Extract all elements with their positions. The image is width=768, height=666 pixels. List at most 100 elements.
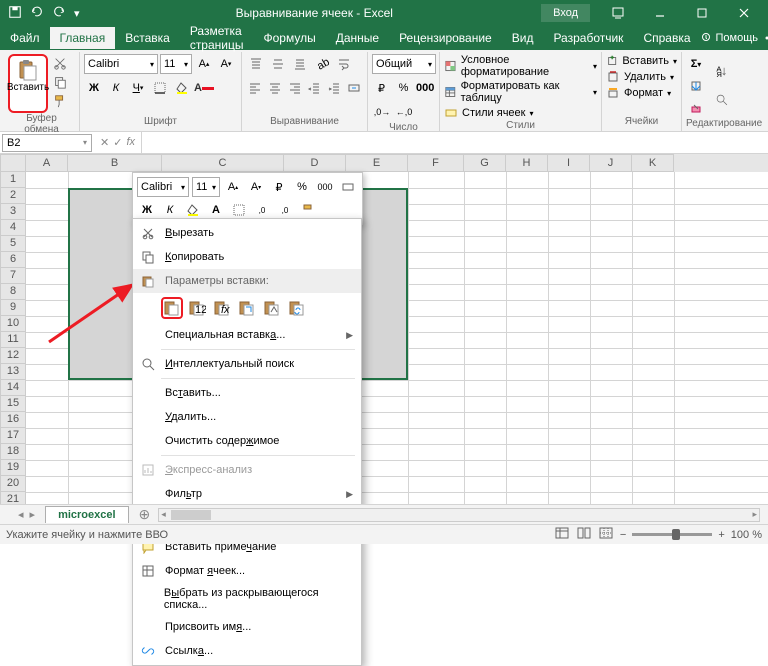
name-box[interactable]: B2▾ <box>2 134 92 152</box>
shrink-font-icon[interactable]: A▾ <box>216 54 236 74</box>
col-header[interactable]: J <box>590 154 632 172</box>
paste-transpose-icon[interactable] <box>236 297 258 319</box>
tab-help[interactable]: Справка <box>633 27 700 49</box>
font-color-icon[interactable]: A <box>194 78 214 98</box>
ctx-link[interactable]: Ссылка... <box>133 639 361 663</box>
tab-insert[interactable]: Вставка <box>115 27 180 49</box>
row-header[interactable]: 3 <box>0 204 26 220</box>
row-header[interactable]: 6 <box>0 252 26 268</box>
tab-layout[interactable]: Разметка страницы <box>180 20 254 56</box>
undo-icon[interactable] <box>30 5 44 22</box>
align-left-icon[interactable] <box>246 78 264 98</box>
fill-color-icon[interactable] <box>172 78 192 98</box>
inc-decimal-icon[interactable]: ,0→ <box>372 102 392 122</box>
percent-icon[interactable]: % <box>394 78 414 98</box>
mini-currency-icon[interactable]: ₽ <box>269 177 289 197</box>
row-header[interactable]: 7 <box>0 268 26 284</box>
autosum-icon[interactable]: Σ▾ <box>686 54 706 74</box>
paste-formatting-icon[interactable] <box>261 297 283 319</box>
mini-italic-icon[interactable]: К <box>160 200 180 220</box>
mini-painter-icon[interactable] <box>298 200 318 220</box>
formula-input[interactable] <box>141 132 768 153</box>
format-painter-icon[interactable] <box>53 94 67 111</box>
sheet-tab[interactable]: microexcel <box>45 506 128 523</box>
underline-icon[interactable]: Ч▾ <box>128 78 148 98</box>
row-header[interactable]: 16 <box>0 412 26 428</box>
clear-icon[interactable] <box>686 98 706 118</box>
tab-developer[interactable]: Разработчик <box>543 27 633 49</box>
paste-formulas-icon[interactable]: fx <box>211 297 233 319</box>
mini-font-color-icon[interactable]: A <box>206 200 226 220</box>
ctx-name[interactable]: Присвоить имя... <box>133 615 361 639</box>
zoom-in-icon[interactable]: + <box>718 529 724 541</box>
mini-fill-icon[interactable] <box>183 200 203 220</box>
mini-size-select[interactable]: 11▾ <box>192 177 220 197</box>
col-header[interactable]: A <box>26 154 68 172</box>
grow-font-icon[interactable]: A▴ <box>194 54 214 74</box>
wrap-text-icon[interactable] <box>334 54 354 74</box>
ctx-insert[interactable]: Вставить... <box>133 381 361 405</box>
mini-bold-icon[interactable]: Ж <box>137 200 157 220</box>
font-name-select[interactable]: Calibri▾ <box>84 54 158 74</box>
save-icon[interactable] <box>8 5 22 22</box>
mini-percent-icon[interactable]: % <box>292 177 312 197</box>
paste-button[interactable]: Вставить <box>8 54 48 113</box>
view-layout-icon[interactable] <box>576 526 592 543</box>
row-header[interactable]: 20 <box>0 476 26 492</box>
paste-values-icon[interactable]: 123 <box>186 297 208 319</box>
sheet-nav-prev-icon[interactable]: ◂ <box>18 508 24 521</box>
ctx-smart-lookup[interactable]: Интеллектуальный поиск <box>133 352 361 376</box>
mini-font-select[interactable]: Calibri▾ <box>137 177 189 197</box>
copy-icon[interactable] <box>53 75 67 92</box>
ctx-clear[interactable]: Очистить содержимое <box>133 429 361 453</box>
ctx-cut[interactable]: Вырезать <box>133 221 361 245</box>
italic-icon[interactable]: К <box>106 78 126 98</box>
zoom-slider[interactable] <box>632 533 712 536</box>
zoom-out-icon[interactable]: − <box>620 529 626 541</box>
mini-dec-dec-icon[interactable]: ,0 <box>275 200 295 220</box>
mini-inc-dec-icon[interactable]: ,0 <box>252 200 272 220</box>
maximize-icon[interactable] <box>682 0 722 26</box>
cells-delete-button[interactable]: Удалить▾ <box>606 70 677 84</box>
merge-icon[interactable] <box>345 78 363 98</box>
spreadsheet-grid[interactable]: ABCDEFGHIJK 1234567891011121314151617181… <box>0 154 768 504</box>
row-header[interactable]: 17 <box>0 428 26 444</box>
row-header[interactable]: 12 <box>0 348 26 364</box>
ctx-paste-special[interactable]: Специальная вставка...▶ <box>133 323 361 347</box>
number-format-select[interactable]: Общий▾ <box>372 54 436 74</box>
sheet-nav-next-icon[interactable]: ▸ <box>30 508 36 521</box>
row-header[interactable]: 19 <box>0 460 26 476</box>
row-header[interactable]: 10 <box>0 316 26 332</box>
col-header[interactable]: K <box>632 154 674 172</box>
fill-icon[interactable] <box>686 76 706 96</box>
currency-icon[interactable]: ₽ <box>372 78 392 98</box>
row-header[interactable]: 13 <box>0 364 26 380</box>
cells-insert-button[interactable]: Вставить▾ <box>606 54 677 68</box>
cells-format-button[interactable]: Формат▾ <box>606 86 677 100</box>
minimize-icon[interactable] <box>640 0 680 26</box>
indent-inc-icon[interactable] <box>325 78 343 98</box>
new-sheet-icon[interactable]: ⊕ <box>139 506 151 523</box>
row-header[interactable]: 18 <box>0 444 26 460</box>
col-header[interactable]: C <box>162 154 284 172</box>
align-center-icon[interactable] <box>266 78 284 98</box>
ribbon-options-icon[interactable] <box>598 0 638 26</box>
cond-format-button[interactable]: Условное форматирование▾ <box>444 54 597 78</box>
view-normal-icon[interactable] <box>554 526 570 543</box>
tab-file[interactable]: Файл <box>0 27 50 49</box>
tab-formulas[interactable]: Формулы <box>253 27 325 49</box>
share-button[interactable]: Поделиться <box>764 32 768 44</box>
paste-link-icon[interactable] <box>286 297 308 319</box>
mini-comma-icon[interactable]: 000 <box>315 177 335 197</box>
row-header[interactable]: 5 <box>0 236 26 252</box>
ctx-dropdown[interactable]: Выбрать из раскрывающегося списка... <box>133 583 361 615</box>
cancel-formula-icon[interactable]: ✕ <box>100 136 109 149</box>
align-bottom-icon[interactable] <box>290 54 310 74</box>
horizontal-scrollbar[interactable]: ◂▸ <box>158 508 760 522</box>
enter-formula-icon[interactable]: ✓ <box>113 136 122 149</box>
ctx-delete[interactable]: Удалить... <box>133 405 361 429</box>
borders-icon[interactable] <box>150 78 170 98</box>
fx-icon[interactable]: fx <box>126 136 135 149</box>
ctx-format-cells[interactable]: Формат ячеек... <box>133 559 361 583</box>
orientation-icon[interactable]: ab <box>312 54 332 74</box>
